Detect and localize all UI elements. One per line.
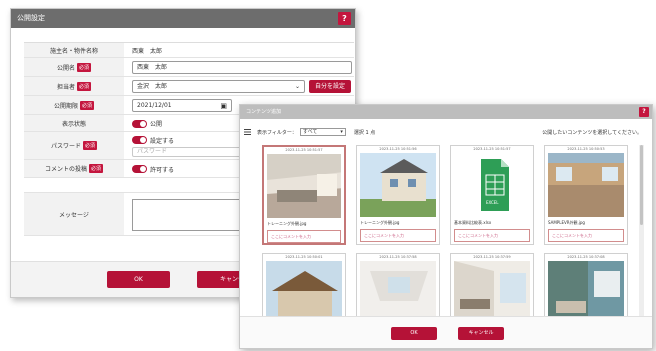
timestamp: 2023-11-25 10:51:57 xyxy=(473,147,511,151)
staff-label: 担当者 必須 xyxy=(24,77,124,95)
image-thumbnail xyxy=(454,261,530,317)
timestamp: 2023-11-25 10:37:08 xyxy=(567,255,605,259)
public-name-input[interactable]: 西東 太郎 xyxy=(132,61,352,74)
image-thumbnail xyxy=(266,261,342,317)
timestamp: 2023-11-25 10:50:01 xyxy=(285,255,323,259)
row-owner: 施主名・物件名称 西東 太郎 xyxy=(24,43,354,58)
timestamp: 2023-11-25 10:37:59 xyxy=(473,255,511,259)
comment-input[interactable]: ここにコメントを入力 xyxy=(548,229,624,242)
filter-label: 表示フィルター xyxy=(257,129,292,136)
timestamp: 2023-11-25 10:50:53 xyxy=(567,147,605,151)
message-label: メッセージ xyxy=(24,193,124,235)
dialog2-title: コンテンツ追加 xyxy=(246,109,282,115)
vertical-scrollbar[interactable] xyxy=(639,145,644,317)
dialog2-footer: OK キャンセル xyxy=(240,316,652,348)
cancel-button[interactable]: キャンセル xyxy=(458,327,504,340)
timestamp: 2023-11-25 10:37:58 xyxy=(379,255,417,259)
content-card[interactable]: 2023-11-25 10:50:53 SAMPLEVR外観.jpg ここにコメ… xyxy=(544,145,628,245)
chevron-down-icon: ⌄ xyxy=(294,83,300,90)
required-badge: 必須 xyxy=(77,81,92,91)
content-card[interactable]: 2023-11-25 10:37:59 xyxy=(450,253,534,317)
comment-toggle[interactable] xyxy=(132,165,147,173)
content-grid: 2023-11-25 10:51:57 トレーニング外観.jpg ここにコメント… xyxy=(262,145,632,317)
timestamp: 2023-11-25 10:51:56 xyxy=(379,147,417,151)
password-label: パスワード 必須 xyxy=(24,132,124,159)
image-thumbnail xyxy=(360,261,436,317)
content-card[interactable]: 2023-11-25 10:51:57 EXCEL 基本資料比較表.xlsx こ… xyxy=(450,145,534,245)
comment-input[interactable]: ここにコメントを入力 xyxy=(360,229,436,242)
set-self-button[interactable]: 自分を設定 xyxy=(309,80,351,93)
file-name: トレーニング外観.jpg xyxy=(267,221,307,226)
content-card[interactable]: 2023-11-25 10:51:56 トレーニング外観.jpg ここにコメント… xyxy=(356,145,440,245)
excel-file-icon: EXCEL xyxy=(454,153,530,217)
dialog-title: 公開設定 xyxy=(17,14,45,22)
owner-value: 西東 太郎 xyxy=(132,48,163,55)
comment-value: 許可する xyxy=(150,166,175,174)
password-input[interactable]: パスワード xyxy=(132,146,252,157)
dialog-titlebar: 公開設定 ? xyxy=(11,9,355,28)
owner-label: 施主名・物件名称 xyxy=(24,43,124,57)
comment-input[interactable]: ここにコメントを入力 xyxy=(267,230,341,243)
required-badge: 必須 xyxy=(83,141,98,150)
timestamp: 2023-11-25 10:51:57 xyxy=(285,148,323,152)
image-thumbnail xyxy=(360,153,436,217)
filter-toolbar: 表示フィルター： すべて ▾ 選択 1 点 公開したいコンテンツを選択してください… xyxy=(244,127,642,137)
ok-button[interactable]: OK xyxy=(107,271,170,288)
list-icon[interactable] xyxy=(244,129,251,135)
selected-count: 選択 1 点 xyxy=(353,129,376,136)
image-thumbnail xyxy=(548,153,624,217)
calendar-icon[interactable]: ▣ xyxy=(220,101,227,112)
public-name-label: 公開名 必須 xyxy=(24,58,124,76)
file-name: SAMPLEVR外観.jpg xyxy=(548,220,585,225)
file-name: トレーニング外観.jpg xyxy=(360,220,400,225)
comment-input[interactable]: ここにコメントを入力 xyxy=(454,229,530,242)
chevron-down-icon: ▾ xyxy=(340,129,343,135)
password-toggle[interactable] xyxy=(132,136,147,144)
excel-label: EXCEL xyxy=(486,200,499,205)
required-badge: 必須 xyxy=(80,100,95,110)
display-value: 公開 xyxy=(150,121,163,128)
file-name: 基本資料比較表.xlsx xyxy=(454,220,492,225)
period-date-input[interactable]: 2021/12/01 ▣ xyxy=(132,99,232,112)
image-thumbnail xyxy=(548,261,624,317)
help-icon[interactable]: ? xyxy=(338,12,351,25)
comment-label: コメントの投稿 必須 xyxy=(24,160,124,177)
filter-select[interactable]: すべて ▾ xyxy=(299,128,346,136)
dialog2-titlebar: コンテンツ追加 ? xyxy=(240,105,652,119)
row-staff: 担当者 必須 金沢 太郎 ⌄ 自分を設定 xyxy=(24,77,354,96)
period-label: 公開期限 必須 xyxy=(24,96,124,114)
add-content-dialog: コンテンツ追加 ? 表示フィルター： すべて ▾ 選択 1 点 公開したいコンテン… xyxy=(239,104,653,349)
display-toggle[interactable] xyxy=(132,119,147,128)
help-icon[interactable]: ? xyxy=(639,107,649,117)
content-card[interactable]: 2023-11-25 10:37:08 xyxy=(544,253,628,317)
content-card[interactable]: 2023-11-25 10:37:58 xyxy=(356,253,440,317)
password-toggle-label: 設定する xyxy=(150,137,175,145)
image-thumbnail xyxy=(267,154,341,218)
ok-button[interactable]: OK xyxy=(391,327,437,340)
scrollbar-thumb[interactable] xyxy=(640,145,643,225)
display-label: 表示状態 xyxy=(24,115,124,131)
instruction-text: 公開したいコンテンツを選択してください。 xyxy=(542,129,642,136)
row-public-name: 公開名 必須 西東 太郎 xyxy=(24,58,354,77)
staff-select[interactable]: 金沢 太郎 ⌄ xyxy=(132,80,305,93)
content-card[interactable]: 2023-11-25 10:50:01 xyxy=(262,253,346,317)
required-badge: 必須 xyxy=(89,164,104,173)
content-card[interactable]: 2023-11-25 10:51:57 トレーニング外観.jpg ここにコメント… xyxy=(262,145,346,245)
required-badge: 必須 xyxy=(77,62,92,72)
